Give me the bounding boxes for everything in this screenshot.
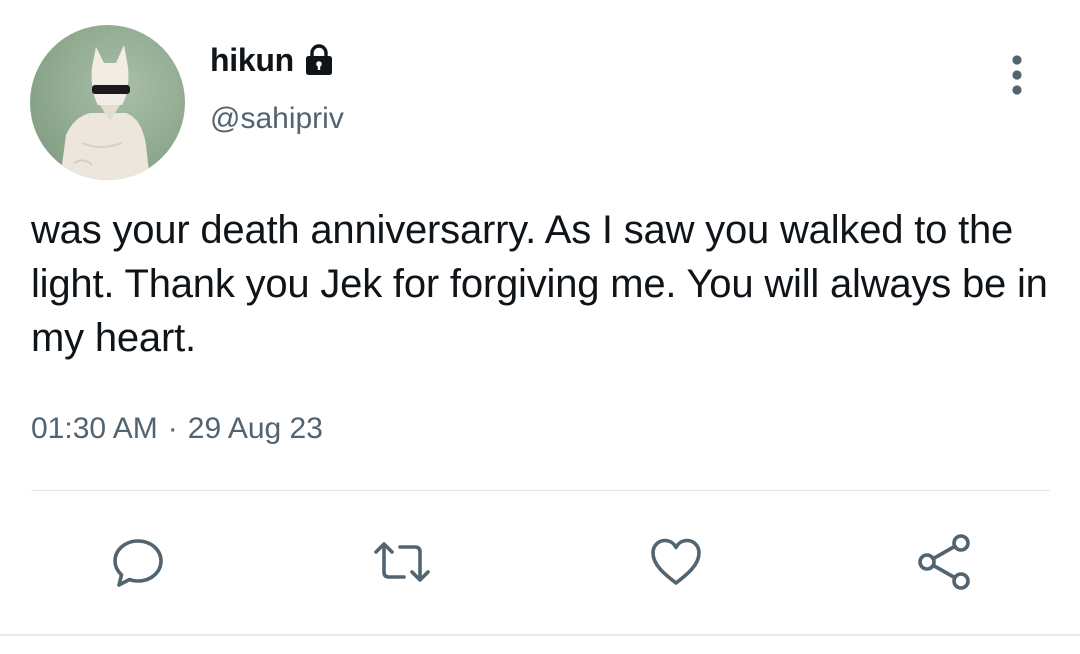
avatar[interactable] (30, 25, 185, 180)
more-vertical-icon (1012, 55, 1022, 95)
author-name-row: hikun (210, 38, 337, 82)
author-display-name[interactable]: hikun (210, 42, 294, 79)
bottom-divider (0, 634, 1080, 636)
share-icon (918, 534, 970, 590)
reply-icon (113, 539, 163, 587)
tweet-date: 29 Aug 23 (187, 412, 323, 445)
share-button[interactable] (912, 530, 976, 594)
lock-icon (301, 42, 337, 78)
meta-separator: · (167, 412, 178, 445)
reply-button[interactable] (106, 530, 170, 594)
more-options-button[interactable] (1000, 50, 1034, 100)
tweet-text: was your death anniversarry. As I saw yo… (31, 208, 1048, 360)
tweet-time: 01:30 AM (31, 412, 158, 445)
retweet-button[interactable] (370, 530, 434, 594)
divider (31, 490, 1050, 491)
tweet-timestamp[interactable]: 01:30 AM · 29 Aug 23 (31, 412, 323, 446)
avatar-image (60, 45, 150, 180)
heart-icon (651, 538, 701, 585)
retweet-icon (374, 542, 430, 582)
like-button[interactable] (644, 530, 708, 594)
author-handle[interactable]: @sahipriv (210, 102, 344, 136)
tweet-card: hikun @sahipriv was your death anniversa… (0, 0, 1080, 654)
